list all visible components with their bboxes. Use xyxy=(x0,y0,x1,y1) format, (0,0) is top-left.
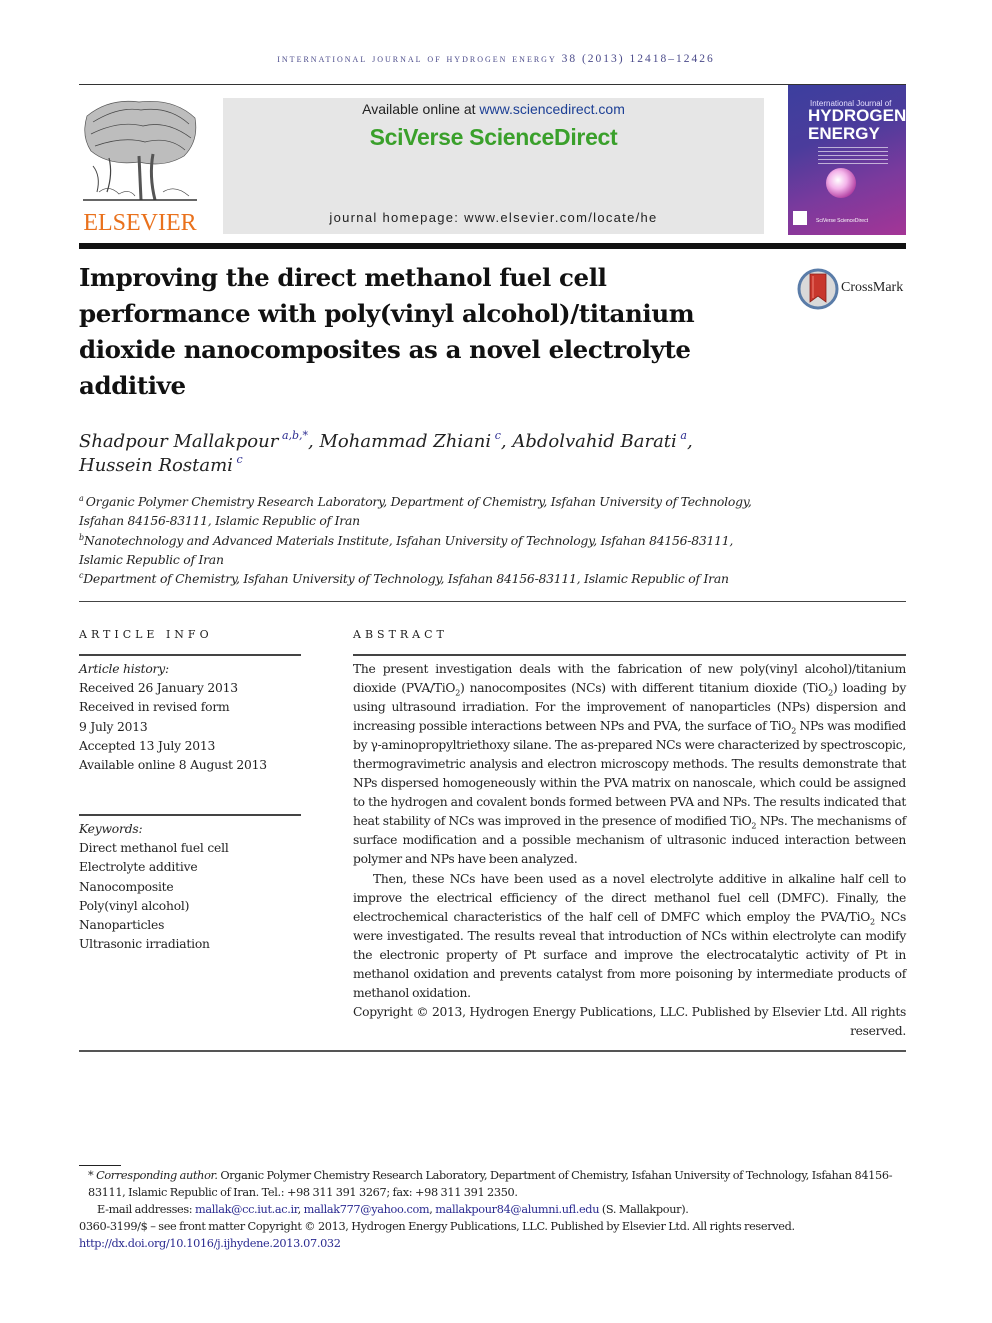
article-history-label: Article history: xyxy=(79,662,169,676)
keywords-label: Keywords: xyxy=(79,822,143,836)
sciverse-sciencedirect-logo[interactable]: SciVerse ScienceDirect xyxy=(223,124,764,151)
author-name[interactable]: Shadpour Mallakpour xyxy=(79,431,278,452)
author-name[interactable]: Mohammad Zhiani xyxy=(319,431,491,452)
header-thick-divider xyxy=(79,243,906,249)
footnotes: * Corresponding author. Organic Polymer … xyxy=(79,1167,909,1252)
keyword-item: Direct methanol fuel cell xyxy=(79,841,229,856)
history-item: Accepted 13 July 2013 xyxy=(79,738,216,753)
cover-footer: SciVerse ScienceDirect xyxy=(816,218,868,224)
section-divider xyxy=(79,601,906,602)
crossmark-label: CrossMark xyxy=(841,280,904,295)
footnote-mark: * xyxy=(88,1169,94,1182)
keyword-item: Electrolyte additive xyxy=(79,860,198,875)
available-online-line: Available online at www.sciencedirect.co… xyxy=(223,101,764,117)
journal-homepage-line: journal homepage: www.elsevier.com/locat… xyxy=(223,210,764,225)
affiliation-item: bNanotechnology and Advanced Materials I… xyxy=(79,531,919,550)
title-line: performance with poly(vinyl alcohol)/tit… xyxy=(79,299,695,328)
cover-line-2: HYDROGEN xyxy=(808,106,906,125)
affiliation-item: a Organic Polymer Chemistry Research Lab… xyxy=(79,492,919,511)
crossmark-icon xyxy=(797,268,839,310)
keyword-item: Poly(vinyl alcohol) xyxy=(79,898,190,913)
title-line: dioxide nanocomposites as a novel electr… xyxy=(79,335,691,364)
author-separator: , xyxy=(686,431,693,452)
author-line: Shadpour Mallakpour a,b,*, Mohammad Zhia… xyxy=(79,430,919,454)
abstract-text: ) nanocomposites (NCs) with different ti… xyxy=(460,681,829,696)
author-separator: , xyxy=(500,431,513,452)
affiliation-item: cDepartment of Chemistry, Isfahan Univer… xyxy=(79,569,919,588)
abstract-heading: ABSTRACT xyxy=(353,628,448,641)
elsevier-tree-icon xyxy=(79,96,201,208)
cover-line-3: ENERGY xyxy=(808,124,880,143)
homepage-link[interactable]: www.elsevier.com/locate/he xyxy=(464,210,657,225)
affiliation-item-cont: Islamic Republic of Iran xyxy=(79,551,224,567)
sciencedirect-banner: Available online at www.sciencedirect.co… xyxy=(223,98,764,234)
article-title: Improving the direct methanol fuel cell … xyxy=(79,260,759,404)
author-separator: , xyxy=(308,431,320,452)
affiliation-text: Organic Polymer Chemistry Research Labor… xyxy=(85,494,752,509)
keyword-item: Ultrasonic irradiation xyxy=(79,937,210,952)
crossmark-button[interactable]: CrossMark xyxy=(797,268,917,310)
affiliation-text: Nanotechnology and Advanced Materials In… xyxy=(83,532,734,548)
abstract-copyright: Copyright © 2013, Hydrogen Energy Public… xyxy=(353,1004,906,1038)
email-owner: (S. Mallakpour). xyxy=(599,1203,689,1216)
corresponding-author-note: * Corresponding author. Organic Polymer … xyxy=(79,1167,909,1201)
article-history: Article history: Received 26 January 201… xyxy=(79,660,309,775)
keywords: Keywords: Direct methanol fuel cell Elec… xyxy=(79,820,309,954)
title-line: additive xyxy=(79,371,186,400)
cover-editor-lines xyxy=(818,147,888,165)
history-item: Received in revised form xyxy=(79,700,230,715)
email-label: E-mail addresses: xyxy=(97,1203,195,1216)
journal-cover-image[interactable]: International Journal of HYDROGEN ENERGY… xyxy=(788,85,906,235)
author-name[interactable]: Hussein Rostami xyxy=(79,455,233,476)
elsevier-logo[interactable]: ELSEVIER xyxy=(79,96,201,236)
issn-line: 0360-3199/$ – see front matter Copyright… xyxy=(79,1220,795,1233)
email-link[interactable]: mallak777@yahoo.com xyxy=(304,1203,430,1216)
abstract-paragraph: The present investigation deals with the… xyxy=(353,660,906,870)
author-affiliation-marks[interactable]: a,b,* xyxy=(282,429,308,442)
author-name[interactable]: Abdolvahid Barati xyxy=(512,431,676,452)
available-online-text: Available online at xyxy=(362,101,480,117)
footnote-divider xyxy=(79,1165,121,1166)
author-line: Hussein Rostami c xyxy=(79,454,919,478)
elsevier-wordmark: ELSEVIER xyxy=(83,210,197,236)
author-list: Shadpour Mallakpour a,b,*, Mohammad Zhia… xyxy=(79,430,919,478)
title-line: Improving the direct methanol fuel cell xyxy=(79,263,607,292)
abstract-divider xyxy=(353,654,906,656)
affiliation-text: Department of Chemistry, Isfahan Univers… xyxy=(83,571,729,587)
history-item: Received 26 January 2013 xyxy=(79,681,238,696)
abstract-paragraph: Then, these NCs have been used as a nove… xyxy=(353,870,906,1003)
keywords-divider xyxy=(79,814,301,816)
cover-elsevier-icon xyxy=(793,211,807,225)
corresponding-label: Corresponding author. xyxy=(96,1169,218,1182)
sciencedirect-link[interactable]: www.sciencedirect.com xyxy=(479,101,625,117)
abstract-body: The present investigation deals with the… xyxy=(353,660,906,1041)
email-note: E-mail addresses: mallak@cc.iut.ac.ir, m… xyxy=(97,1203,689,1216)
abstract-text: Then, these NCs have been used as a nove… xyxy=(353,871,906,924)
doi-link[interactable]: http://dx.doi.org/10.1016/j.ijhydene.201… xyxy=(79,1237,341,1250)
history-item: 9 July 2013 xyxy=(79,719,148,734)
front-matter-end-divider xyxy=(79,1050,906,1052)
running-head: INTERNATIONAL JOURNAL OF HYDROGEN ENERGY… xyxy=(277,53,715,65)
affiliation-item-cont: Isfahan 84156-83111, Islamic Republic of… xyxy=(79,513,360,529)
affiliation-list: a Organic Polymer Chemistry Research Lab… xyxy=(79,492,919,588)
email-link[interactable]: mallak@cc.iut.ac.ir xyxy=(195,1203,298,1216)
keyword-item: Nanoparticles xyxy=(79,918,165,933)
top-divider xyxy=(79,84,906,85)
cover-orb-graphic xyxy=(826,168,856,198)
affiliation-mark: a xyxy=(79,494,84,503)
keyword-item: Nanocomposite xyxy=(79,879,174,894)
homepage-label: journal homepage: xyxy=(329,210,465,225)
article-info-heading: ARTICLE INFO xyxy=(79,628,213,641)
author-affiliation-marks[interactable]: c xyxy=(237,453,243,466)
email-link[interactable]: mallakpour84@alumni.ufl.edu xyxy=(435,1203,599,1216)
doi-line: http://dx.doi.org/10.1016/j.ijhydene.201… xyxy=(79,1235,909,1252)
abstract-text: NPs was modified by γ-aminopropyltrietho… xyxy=(353,719,907,829)
history-item: Available online 8 August 2013 xyxy=(79,758,267,773)
article-info-divider xyxy=(79,654,301,656)
